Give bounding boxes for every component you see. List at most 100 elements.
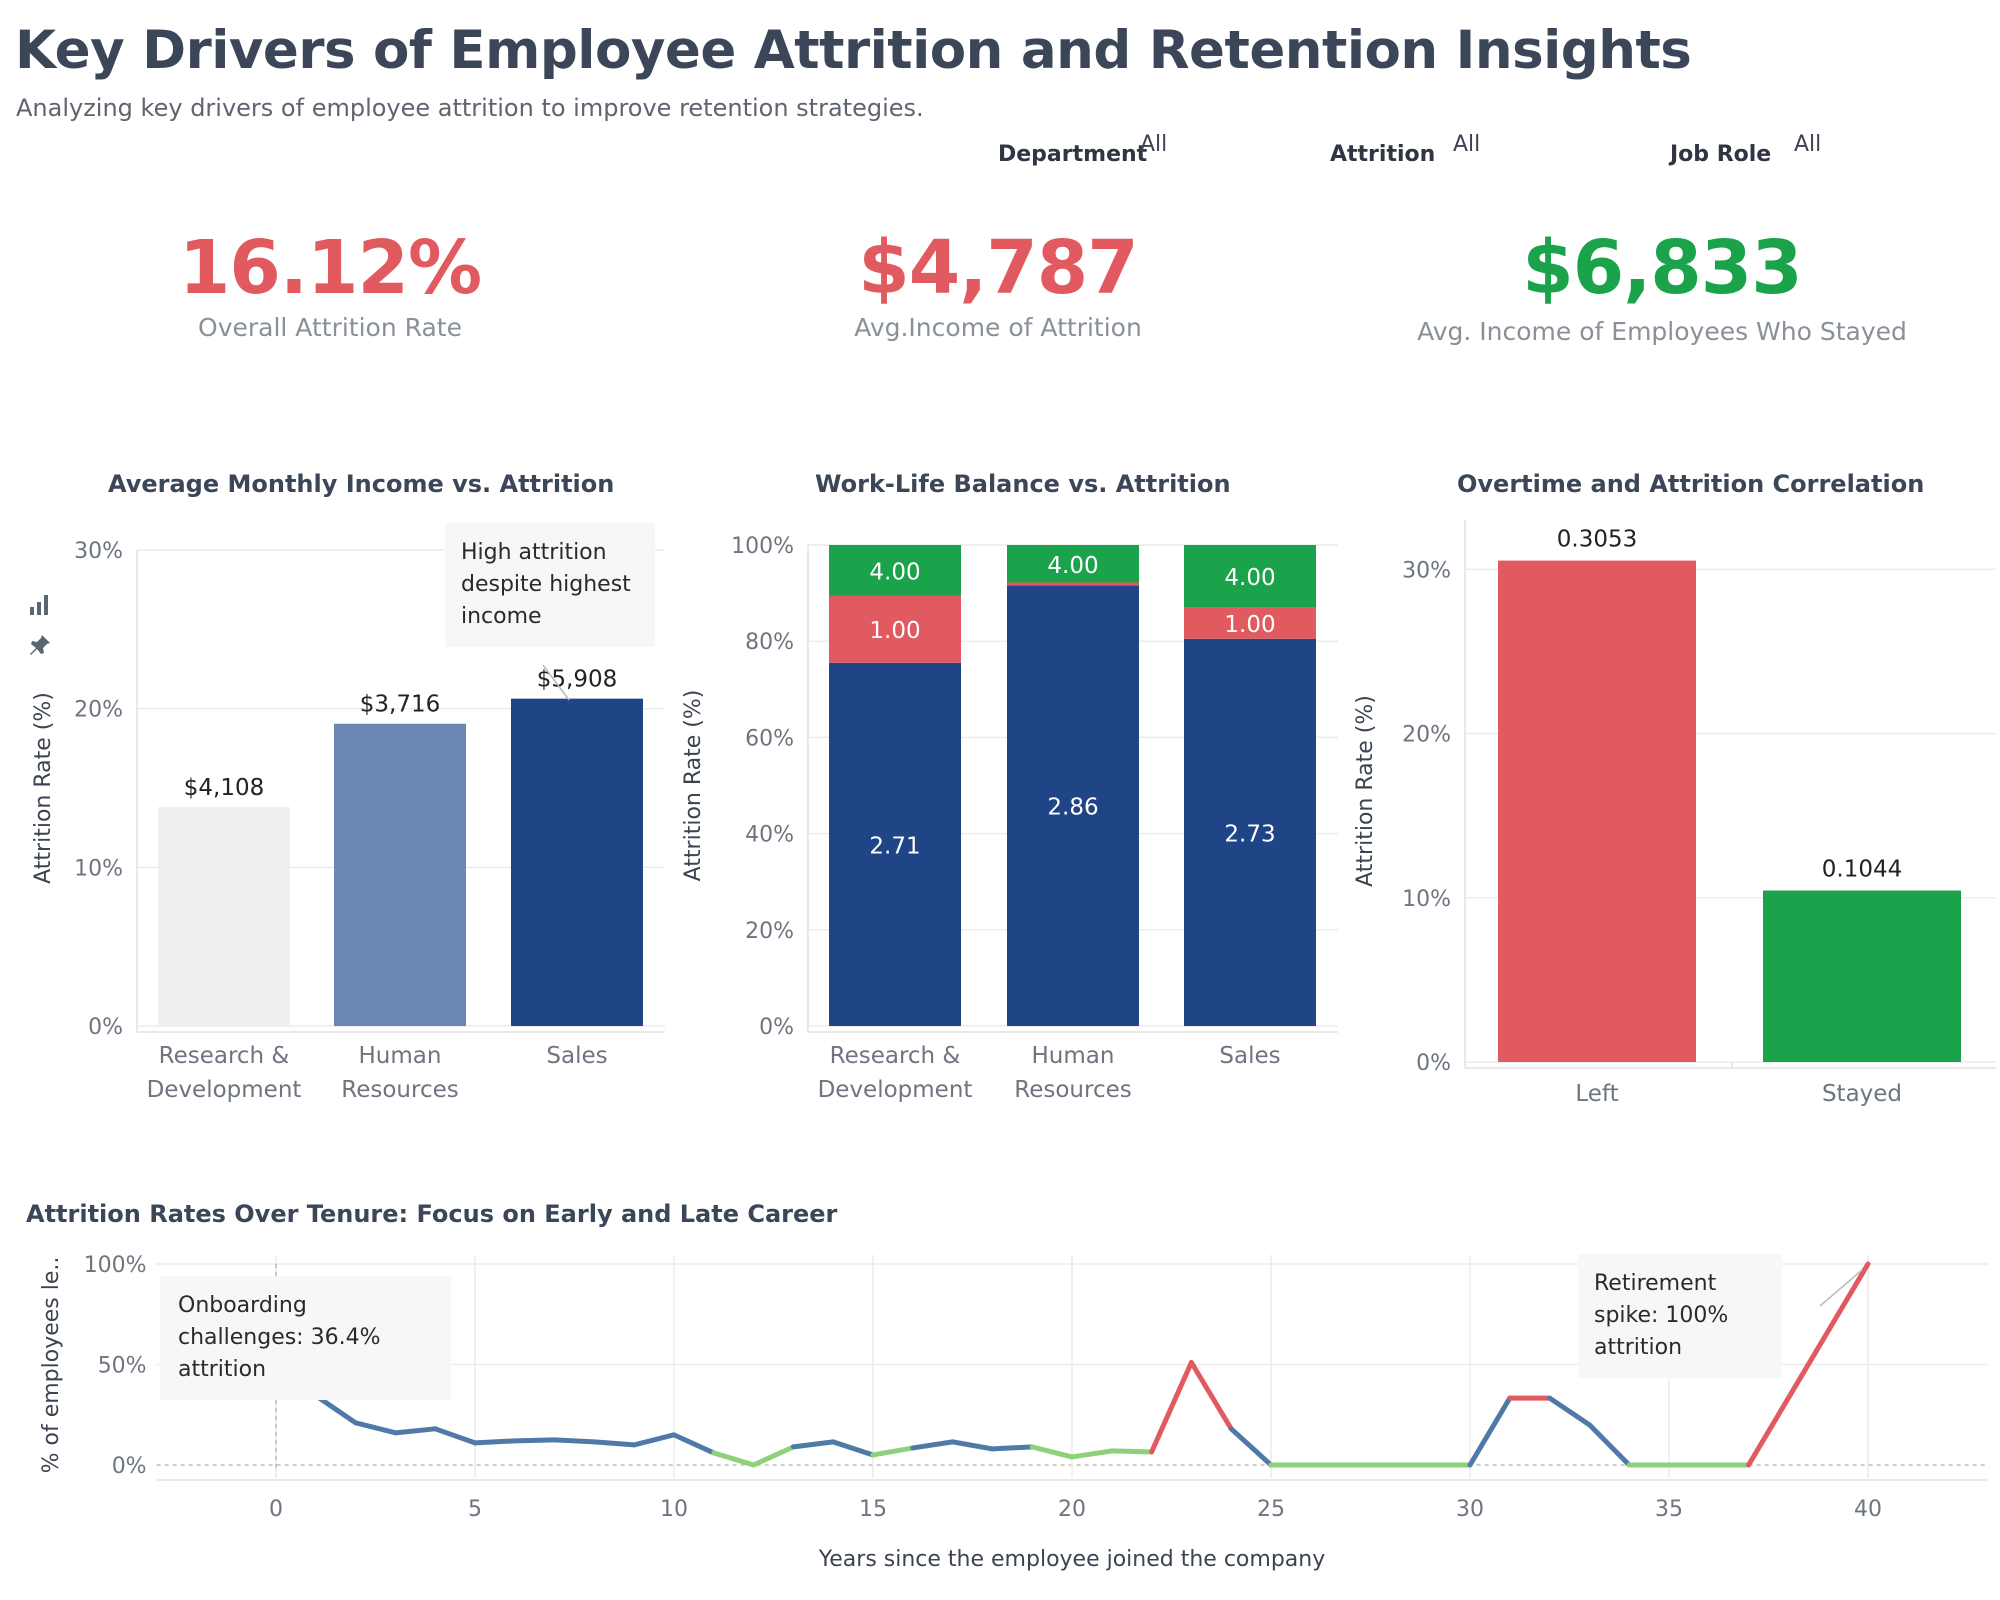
chart4-xtick: 0 (269, 1497, 283, 1522)
chart2-bar-segment (1184, 545, 1316, 608)
filter-attrition-value[interactable]: All (1453, 132, 1480, 157)
bar-chart-icon[interactable] (28, 595, 50, 621)
chart4-line-segment (671, 1432, 717, 1456)
chart4-ytick: 100% (84, 1253, 147, 1278)
chart4-line-segment (830, 1439, 876, 1458)
chart1-category-label: Development (147, 1077, 302, 1103)
chart4-line-segment (552, 1437, 597, 1445)
chart2-ytick: 40% (745, 823, 794, 848)
chart3-data-label: 0.1044 (1822, 857, 1902, 883)
chart4-line-segment (950, 1439, 995, 1452)
kpi-income-attrition-label: Avg.Income of Attrition (854, 313, 1142, 342)
chart4-line-segment (591, 1439, 637, 1448)
chart1-data-label: $4,108 (184, 775, 264, 801)
filter-attrition[interactable]: Attrition All (1330, 132, 1480, 167)
chart4-line-segment (512, 1437, 558, 1444)
chart4-xtick: 30 (1456, 1497, 1484, 1522)
chart1-ytick: 10% (74, 856, 123, 881)
chart4-line-segment (1109, 1448, 1155, 1455)
chart4-line-segment (910, 1439, 956, 1451)
chart4-line-segment (1586, 1422, 1632, 1468)
chart2-category-label: Human (1032, 1043, 1115, 1069)
chart4-line-segment (751, 1444, 796, 1468)
filter-job-role-label: Job Role (1670, 142, 1772, 167)
chart2-bar-segment (829, 662, 961, 1026)
chart4-line-segment (1547, 1395, 1592, 1428)
chart3-ylabel: Attrition Rate (%) (1353, 695, 1378, 887)
chart4-line-segment (631, 1432, 677, 1448)
chart4-line-segment (1029, 1444, 1075, 1460)
filter-department-value[interactable]: All (1140, 132, 1167, 157)
chart4-line-segment (1188, 1359, 1234, 1432)
chart2-bar-segment (1007, 582, 1139, 586)
chart2-ylabel: Attrition Rate (%) (681, 690, 706, 882)
chart3-data-label: 0.3053 (1557, 527, 1637, 553)
chart4-line-segment (1228, 1426, 1274, 1468)
chart1-category-label: Human (359, 1043, 442, 1069)
chart3-ytick: 30% (1402, 558, 1451, 583)
chart1-ylabel: Attrition Rate (%) (31, 692, 56, 884)
chart1-category-label: Research & (159, 1043, 290, 1069)
chart1-category-label: Resources (341, 1077, 458, 1103)
chart4-line-segment (711, 1450, 757, 1468)
chart4-xtick: 20 (1058, 1497, 1086, 1522)
chart2-bar-segment (829, 595, 961, 663)
chart1-data-label: $3,716 (360, 692, 440, 718)
chart4-line-segment (790, 1439, 836, 1450)
annotation-retirement: Retirement spike: 100% attrition (1578, 1254, 1782, 1378)
filter-job-role[interactable]: Job Role All (1670, 132, 1821, 167)
chart4-xlabel: Years since the employee joined the comp… (818, 1547, 1325, 1572)
chart3-bar (1763, 890, 1961, 1062)
chart2-title: Work-Life Balance vs. Attrition (815, 470, 1231, 498)
kpi-income-stayed-value: $6,833 (1522, 225, 1803, 311)
chart4-line-segment (353, 1420, 398, 1436)
chart3-category-label: Stayed (1822, 1081, 1902, 1107)
chart2-segment-label: 4.00 (1224, 565, 1275, 591)
chart4-xtick: 40 (1854, 1497, 1882, 1522)
chart3-ytick: 10% (1402, 887, 1451, 912)
filter-department[interactable]: Department All (998, 132, 1167, 167)
page-subtitle: Analyzing key drivers of employee attrit… (16, 94, 924, 122)
chart1-ytick: 20% (74, 698, 123, 723)
chart2-bar-segment (829, 545, 961, 596)
chart2-segment-label: 1.00 (869, 618, 920, 644)
filter-attrition-label: Attrition (1330, 142, 1436, 167)
chart4-line-segment (1069, 1448, 1115, 1460)
chart4-line-segment (472, 1438, 518, 1446)
chart2-ytick: 60% (745, 726, 794, 751)
annotation-high-attrition: High attrition despite highest income (445, 523, 655, 647)
chart3-category-label: Left (1575, 1081, 1618, 1107)
chart4-ytick: 50% (98, 1354, 147, 1379)
chart2-ytick: 100% (731, 534, 794, 559)
chart2-ytick: 80% (745, 630, 794, 655)
chart2-segment-label: 2.86 (1047, 795, 1098, 821)
kpi-income-stayed: $6,833 Avg. Income of Employees Who Stay… (1402, 225, 1922, 346)
chart2-bar-segment (1007, 585, 1139, 1026)
chart2-segment-label: 2.73 (1224, 821, 1275, 847)
chart2-bar-segment (1007, 545, 1139, 583)
chart4-annotation-leader (1819, 1269, 1863, 1307)
chart4-xtick: 15 (859, 1497, 887, 1522)
kpi-attrition-rate-label: Overall Attrition Rate (198, 313, 462, 342)
chart2-ytick: 20% (745, 919, 794, 944)
chart4-line-segment (1467, 1395, 1513, 1468)
pin-icon[interactable] (28, 633, 52, 663)
chart4-ytick: 0% (112, 1454, 147, 1479)
chart4-xtick: 10 (660, 1497, 688, 1522)
chart2-ytick: 0% (759, 1015, 794, 1040)
chart1-annotation-leader (542, 664, 570, 701)
annotation-onboarding: Onboarding challenges: 36.4% attrition (160, 1276, 451, 1400)
chart1-ytick: 30% (74, 539, 123, 564)
chart4-line-segment (989, 1444, 1035, 1452)
kpi-attrition-rate-value: 16.12% (178, 225, 482, 311)
chart4-xtick: 35 (1655, 1497, 1683, 1522)
chart2-segment-label: 1.00 (1224, 612, 1275, 638)
chart1-title: Average Monthly Income vs. Attrition (108, 470, 615, 498)
kpi-attrition-rate: 16.12% Overall Attrition Rate (70, 225, 590, 342)
chart4-line-segment (392, 1426, 438, 1436)
chart2-category-label: Sales (1219, 1043, 1280, 1069)
chart2-bar-segment (1184, 638, 1316, 1026)
chart4-line-segment (870, 1445, 916, 1458)
filter-job-role-value[interactable]: All (1794, 132, 1821, 157)
chart4-xtick: 5 (468, 1497, 482, 1522)
